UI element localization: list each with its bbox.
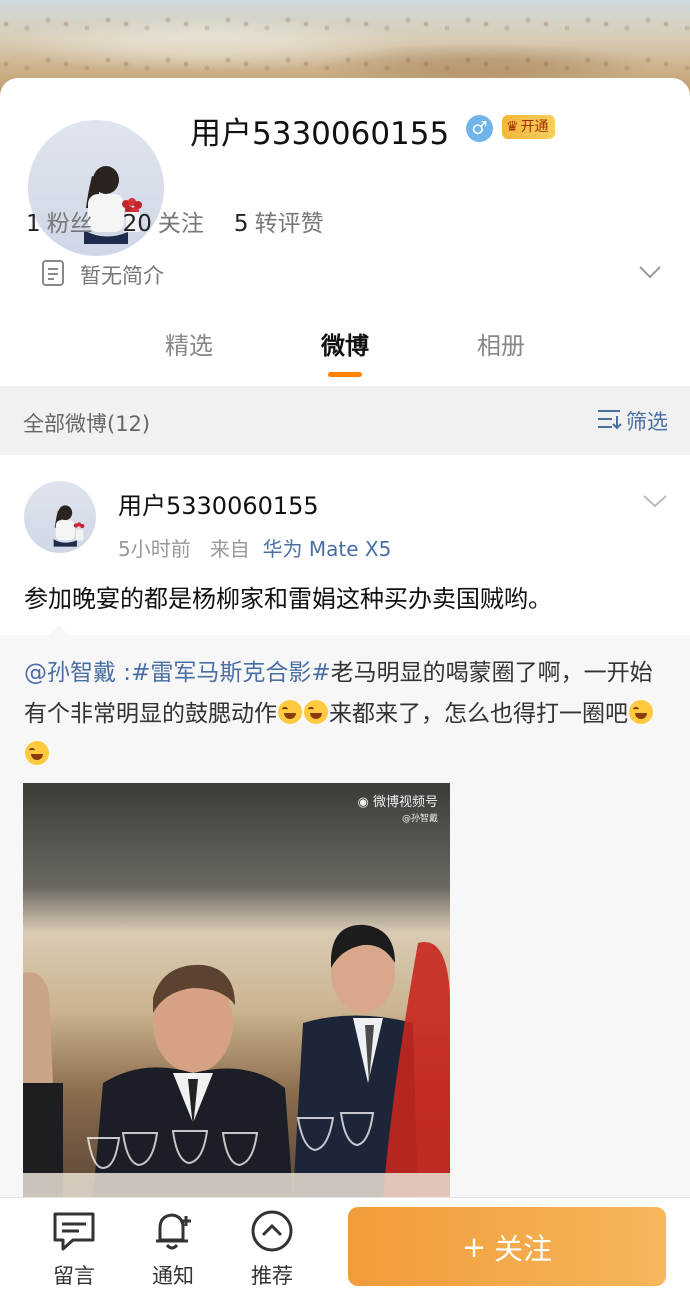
profile-bio[interactable]: 暂无简介: [40, 259, 164, 291]
notify-label: 通知: [152, 1264, 194, 1288]
vip-badge-label: 开通: [520, 119, 549, 135]
laughing-tears-emoji-icon: [629, 700, 653, 724]
post-device[interactable]: 华为 Mate X5: [263, 537, 392, 561]
bell-plus-icon: [143, 1208, 203, 1254]
chevron-down-icon[interactable]: [638, 264, 662, 283]
post-time: 5小时前: [118, 537, 191, 561]
follow-button[interactable]: + 关注: [348, 1207, 666, 1286]
bio-text: 暂无简介: [80, 264, 164, 288]
chevron-up-circle-icon: [242, 1208, 302, 1254]
bottom-action-bar: 留言 通知 推荐 + 关注: [0, 1197, 690, 1297]
profile-username: 用户5330060155: [190, 116, 450, 152]
repost-hashtag-link[interactable]: #雷军马斯克合影#: [131, 660, 331, 686]
comment-button[interactable]: 留言: [44, 1208, 104, 1290]
post-avatar[interactable]: [24, 481, 96, 553]
stat-followers-label: 粉丝: [46, 211, 93, 237]
stat-following-label: 关注: [157, 211, 204, 237]
post-menu-chevron-icon[interactable]: [642, 493, 668, 512]
recommend-label: 推荐: [251, 1264, 293, 1288]
follow-button-label: 关注: [494, 1231, 553, 1266]
stat-following-count: 20: [122, 211, 152, 237]
tab-album[interactable]: 相册: [477, 326, 525, 361]
post-username[interactable]: 用户5330060155: [118, 486, 319, 521]
video-watermark: ◉ 微博视频号 @孙智戴: [358, 795, 439, 827]
post-meta: 5小时前 来自 华为 Mate X5: [118, 533, 391, 562]
profile-avatar[interactable]: [24, 116, 168, 260]
notify-button[interactable]: 通知: [143, 1208, 203, 1290]
post-source-prefix: 来自: [209, 537, 250, 561]
repost-separator: :: [116, 660, 132, 686]
stat-interactions-count: 5: [233, 211, 249, 237]
repost-mention-link[interactable]: @孙智戴: [24, 660, 116, 686]
message-icon: [44, 1208, 104, 1254]
filter-icon: [596, 408, 622, 435]
comment-label: 留言: [53, 1264, 95, 1288]
stat-followers[interactable]: 1 粉丝: [26, 204, 93, 238]
filter-button[interactable]: 筛选: [596, 406, 668, 436]
stat-interactions-label: 转评赞: [254, 211, 324, 237]
all-posts-label: 全部微博(12): [23, 412, 151, 436]
stat-followers-count: 1: [26, 211, 41, 237]
profile-stats: 1 粉丝 20 关注 5 转评赞: [26, 204, 324, 238]
filter-button-label: 筛选: [626, 410, 668, 434]
laughing-tears-emoji-icon: [278, 700, 302, 724]
laughing-tears-emoji-icon: [304, 700, 328, 724]
recommend-button[interactable]: 推荐: [242, 1208, 302, 1290]
repost-text-b: 来都来了，怎么也得打一圈吧: [329, 701, 628, 727]
repost-text: @孙智戴 :#雷军马斯克合影#老马明显的喝蒙圈了啊，一开始有个非常明显的鼓腮动作…: [24, 653, 674, 776]
stat-following[interactable]: 20 关注: [123, 204, 204, 238]
post-text: 参加晚宴的都是杨柳家和雷娟这种买办卖国贼哟。: [24, 585, 552, 613]
stat-interactions[interactable]: 5 转评赞: [234, 204, 324, 238]
male-gender-icon: ♂: [466, 115, 493, 142]
repost-block[interactable]: @孙智戴 :#雷军马斯克合影#老马明显的喝蒙圈了啊，一开始有个非常明显的鼓腮动作…: [0, 625, 690, 1197]
laughing-tears-emoji-icon: [25, 741, 49, 765]
video-watermark-sub: @孙智戴: [401, 814, 438, 824]
crown-icon: ♛: [506, 119, 519, 135]
profile-tabs: 精选 微博 相册: [0, 326, 690, 386]
active-tab-indicator: [328, 372, 362, 377]
tab-weibo[interactable]: 微博: [321, 326, 369, 361]
video-watermark-text: 微博视频号: [372, 795, 438, 810]
vip-badge[interactable]: ♛ 开通: [502, 115, 555, 139]
tab-featured[interactable]: 精选: [165, 326, 213, 361]
filter-bar: 全部微博(12) 筛选: [0, 386, 690, 455]
post-card: 用户5330060155 5小时前 来自 华为 Mate X5 参加晚宴的都是杨…: [0, 455, 690, 1197]
weibo-logo-icon: ◉: [357, 795, 369, 810]
document-icon: [40, 259, 66, 291]
plus-icon: +: [461, 1229, 487, 1264]
video-thumbnail[interactable]: ◉ 微博视频号 @孙智戴: [23, 783, 450, 1197]
profile-card: 用户5330060155 ♂ ♛ 开通 1 粉丝 20 关注 5 转评赞 暂无简介 精…: [0, 78, 690, 386]
